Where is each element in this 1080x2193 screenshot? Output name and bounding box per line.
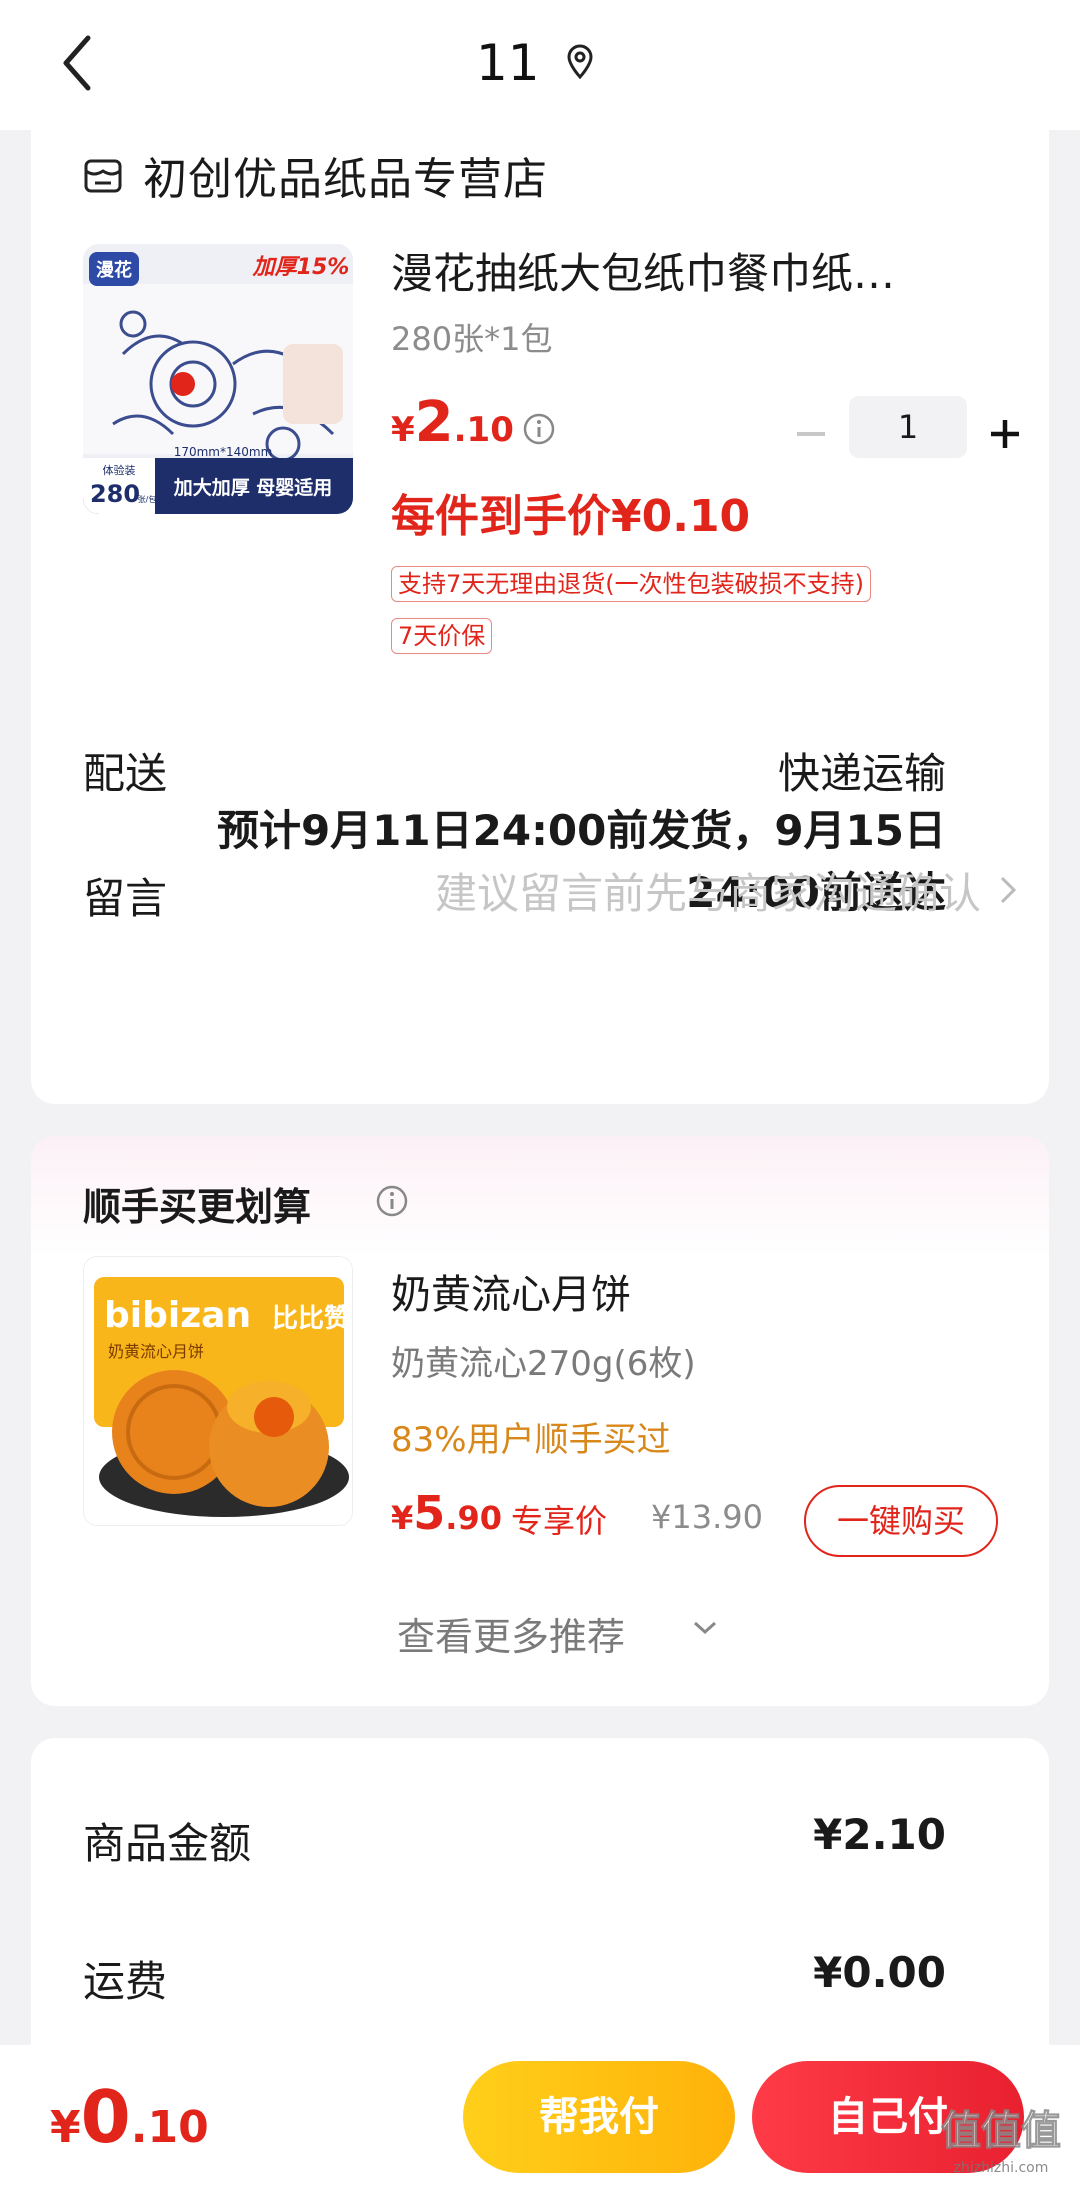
image-brand-cn: 比比赞 <box>272 1304 350 1334</box>
final-unit-price: 每件到手价¥0.10 <box>391 491 751 542</box>
one-click-buy-button[interactable]: 一键购买 <box>804 1485 998 1557</box>
price-protection-tag: 7天价保 <box>391 618 493 654</box>
image-product-text: 奶黄流心月饼 <box>108 1342 204 1361</box>
shipping-fee-label: 运费 <box>83 1957 168 2006</box>
goods-amount-label: 商品金额 <box>83 1819 252 1868</box>
watermark-text: 值值值 <box>941 2108 1061 2154</box>
recommendation-title: 顺手买更划算 <box>83 1185 312 1229</box>
chevron-left-icon[interactable] <box>56 30 104 96</box>
goods-amount-value: ¥2.10 <box>813 1810 946 1859</box>
price-decimal: .10 <box>130 2102 209 2153</box>
recommendation-item-name[interactable]: 奶黄流心月饼 <box>391 1262 631 1320</box>
image-brand-text: 漫花 <box>96 259 132 281</box>
info-icon[interactable] <box>375 1184 409 1218</box>
top-bar: 11 <box>0 0 1080 130</box>
bottom-pay-bar: ¥ 0 .10 帮我付 自己付 <box>0 2045 1080 2193</box>
price-decimal: .10 <box>453 410 514 450</box>
checkout-page: 11 初创优品纸品专营店 漫花 加厚15% 体验装 280 张/包 170mm*… <box>0 0 1080 2193</box>
image-count-unit: 张/包 <box>138 494 157 504</box>
quantity-input[interactable]: 1 <box>849 396 967 458</box>
price-integer: 5 <box>413 1486 446 1540</box>
shipping-fee-value: ¥0.00 <box>813 1948 946 1997</box>
site-watermark: 值值值 zhizhizhi.com <box>941 2108 1062 2177</box>
product-price: ¥ 2 .10 <box>391 390 514 455</box>
image-thicker-text: 加厚15% <box>252 255 350 280</box>
quantity-increase-button[interactable] <box>985 406 1025 462</box>
price-currency: ¥ <box>391 1499 414 1537</box>
help-me-pay-button[interactable]: 帮我付 <box>463 2061 735 2173</box>
chevron-down-icon[interactable] <box>691 1618 719 1638</box>
store-icon <box>84 159 122 193</box>
page-title: 11 <box>476 34 540 92</box>
original-price: ¥13.90 <box>651 1498 763 1536</box>
total-price: ¥ 0 .10 <box>50 2075 209 2159</box>
view-more-recommendations[interactable]: 查看更多推荐 <box>397 1606 625 1661</box>
price-decimal: .90 <box>445 1499 502 1537</box>
delivery-label: 配送 <box>83 749 168 798</box>
product-spec: 280张*1包 <box>391 320 553 358</box>
message-field[interactable]: 建议留言前先与商家沟通确认 <box>321 860 981 921</box>
chevron-right-icon[interactable] <box>996 870 1020 910</box>
image-slogan-text: 加大加厚 母婴适用 <box>173 476 333 499</box>
recommendation-card: 顺手买更划算 bibizan 比比赞 奶黄流心月饼 奶黄流心月饼 奶黄流心270… <box>31 1136 1049 1706</box>
store-name: 初创优品纸品专营店 <box>143 154 548 205</box>
store-header[interactable]: 初创优品纸品专营店 <box>83 140 548 210</box>
quantity-decrease-button[interactable] <box>791 406 831 462</box>
price-integer: 2 <box>414 390 454 455</box>
price-currency: ¥ <box>50 2102 81 2153</box>
return-policy-tag: 支持7天无理由退货(一次性包装破损不支持) <box>391 566 871 602</box>
price-integer: 0 <box>80 2075 131 2159</box>
recommendation-social-proof: 83%用户顺手买过 <box>391 1420 671 1460</box>
order-card: 初创优品纸品专营店 漫花 加厚15% 体验装 280 张/包 170mm*140… <box>31 130 1049 1104</box>
recommendation-item-spec: 奶黄流心270g(6枚) <box>391 1344 696 1384</box>
image-count: 280 <box>90 480 140 508</box>
info-icon[interactable] <box>522 412 556 446</box>
watermark-sub: zhizhizhi.com <box>954 2160 1049 2176</box>
message-label: 留言 <box>83 874 168 923</box>
price-summary-card: 商品金额 ¥2.10 运费 ¥0.00 <box>31 1738 1049 2068</box>
product-image[interactable]: 漫花 加厚15% 体验装 280 张/包 170mm*140mm 加大加厚 母婴… <box>83 244 353 514</box>
location-pin-icon[interactable] <box>565 44 595 80</box>
image-count-label: 体验装 <box>103 463 136 477</box>
delivery-method: 快递运输 <box>777 749 946 798</box>
mooncake-image[interactable]: bibizan 比比赞 奶黄流心月饼 <box>83 1256 353 1526</box>
exclusive-price-label: 专享价 <box>511 1502 608 1540</box>
image-brand: bibizan <box>104 1295 251 1336</box>
recommendation-price: ¥ 5 .90 <box>391 1486 502 1540</box>
image-size-text: 170mm*140mm <box>174 445 273 459</box>
product-title[interactable]: 漫花抽纸大包纸巾餐巾纸… <box>391 246 981 302</box>
price-currency: ¥ <box>391 410 415 450</box>
